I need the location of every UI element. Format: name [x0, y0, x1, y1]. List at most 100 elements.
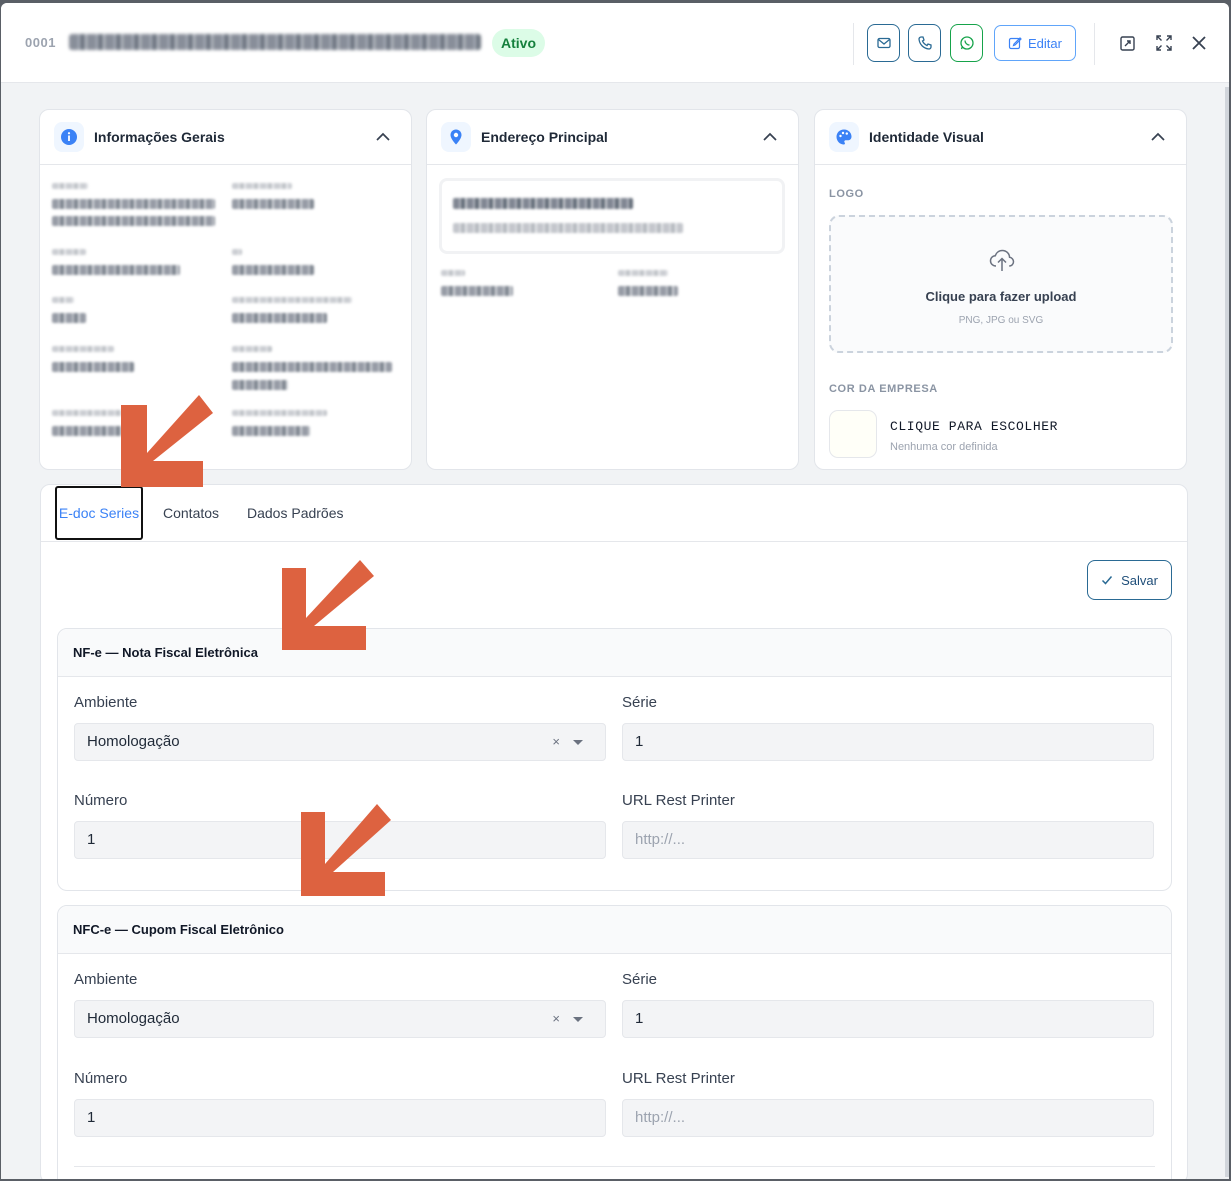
card-header: Informações Gerais — [40, 110, 411, 165]
serie-input[interactable]: 1 — [622, 723, 1154, 761]
clear-icon[interactable]: × — [552, 1001, 560, 1037]
clear-icon[interactable]: × — [552, 724, 560, 760]
serie-label: Série — [622, 694, 658, 711]
expand-icon — [1156, 35, 1172, 51]
tab-bar: E-doc Series Contatos Dados Padrões — [41, 485, 1187, 542]
section-title: NFC-e — Cupom Fiscal Eletrônico — [58, 906, 1171, 954]
card-header: Endereço Principal — [427, 110, 798, 165]
caret-down-icon[interactable] — [573, 740, 583, 745]
redacted-field — [232, 362, 392, 372]
tabs-panel: E-doc Series Contatos Dados Padrões Salv… — [40, 484, 1188, 1179]
divider — [853, 23, 854, 65]
divider — [74, 1166, 1155, 1167]
company-color-label: COR DA EMPRESA — [829, 383, 938, 395]
save-label: Salvar — [1121, 572, 1158, 588]
upload-formats: PNG, JPG ou SVG — [958, 315, 1044, 326]
redacted-field — [232, 426, 310, 436]
redacted-field — [52, 297, 74, 303]
chevron-up-icon[interactable] — [1150, 129, 1166, 145]
company-code: 0001 — [25, 35, 56, 50]
card-header: Identidade Visual — [815, 110, 1186, 165]
redacted-field — [52, 216, 215, 226]
tab-dados-padroes[interactable]: Dados Padrões — [247, 485, 344, 541]
ambiente-select[interactable]: Homologação × — [74, 1000, 606, 1038]
company-name-redacted — [69, 34, 481, 50]
choose-color-link[interactable]: CLIQUE PARA ESCOLHER — [890, 419, 1058, 434]
address-box — [439, 178, 785, 254]
redacted-field — [232, 183, 292, 189]
annotation-arrow-icon — [121, 395, 213, 487]
redacted-field — [232, 380, 288, 390]
cloud-upload-icon — [989, 249, 1015, 271]
redacted-field — [232, 265, 314, 275]
redacted-field — [52, 346, 114, 352]
email-button[interactable] — [867, 24, 900, 62]
redacted-field — [232, 297, 352, 303]
redacted-field — [618, 286, 678, 296]
close-button[interactable] — [1189, 33, 1209, 53]
redacted-field — [52, 249, 86, 255]
numero-label: Número — [74, 1070, 128, 1087]
edit-button[interactable]: Editar — [994, 25, 1076, 61]
mail-icon — [876, 37, 891, 49]
palette-icon — [829, 122, 859, 152]
logo-upload-dropzone[interactable]: Clique para fazer upload PNG, JPG ou SVG — [829, 215, 1173, 353]
redacted-field — [441, 270, 465, 276]
chevron-up-icon[interactable] — [762, 129, 778, 145]
info-icon — [54, 122, 84, 152]
annotation-arrow-icon — [282, 560, 374, 650]
edit-icon — [1008, 37, 1022, 50]
redacted-field — [52, 183, 88, 189]
ambiente-select[interactable]: Homologação × — [74, 723, 606, 761]
phone-button[interactable] — [908, 24, 941, 62]
redacted-field — [453, 223, 683, 233]
check-icon — [1102, 576, 1113, 585]
nfce-section: NFC-e — Cupom Fiscal Eletrônico Ambiente… — [57, 905, 1172, 1179]
redacted-field — [453, 198, 633, 209]
annotation-arrow-icon — [301, 804, 391, 896]
scrollbar[interactable] — [1225, 87, 1229, 1177]
general-info-card: Informações Gerais — [39, 109, 412, 470]
status-badge: Ativo — [492, 29, 545, 57]
redacted-field — [232, 199, 314, 209]
external-link-icon — [1120, 36, 1135, 51]
redacted-field — [232, 313, 327, 323]
redacted-field — [441, 286, 513, 296]
color-swatch[interactable] — [829, 410, 877, 458]
modal-header: 0001 Ativo Editar — [1, 3, 1229, 83]
card-title: Identidade Visual — [869, 129, 984, 145]
logo-label: LOGO — [829, 188, 864, 200]
serie-label: Série — [622, 971, 658, 988]
fullscreen-button[interactable] — [1154, 33, 1174, 53]
open-external-button[interactable] — [1118, 33, 1138, 53]
redacted-field — [618, 270, 668, 276]
save-button[interactable]: Salvar — [1087, 560, 1172, 600]
phone-icon — [917, 36, 932, 50]
redacted-field — [232, 249, 242, 255]
whatsapp-button[interactable] — [950, 24, 983, 62]
whatsapp-icon — [959, 36, 974, 50]
redacted-field — [52, 199, 215, 209]
chevron-up-icon[interactable] — [375, 129, 391, 145]
url-rest-printer-input[interactable]: http://... — [622, 1099, 1154, 1137]
numero-label: Número — [74, 792, 128, 809]
ambiente-label: Ambiente — [74, 971, 138, 988]
ambiente-value: Homologação — [87, 733, 180, 750]
url-label: URL Rest Printer — [622, 792, 735, 809]
tab-contatos[interactable]: Contatos — [163, 485, 219, 541]
section-title: NF-e — Nota Fiscal Eletrônica — [58, 629, 1171, 677]
serie-input[interactable]: 1 — [622, 1000, 1154, 1038]
url-label: URL Rest Printer — [622, 1070, 735, 1087]
divider — [1094, 23, 1095, 65]
address-card: Endereço Principal — [426, 109, 799, 470]
numero-input[interactable]: 1 — [74, 1099, 606, 1137]
caret-down-icon[interactable] — [573, 1017, 583, 1022]
tab-edoc-series[interactable]: E-doc Series — [55, 486, 143, 540]
upload-title: Clique para fazer upload — [925, 289, 1077, 304]
url-rest-printer-input[interactable]: http://... — [622, 821, 1154, 859]
company-modal: 0001 Ativo Editar Informações Gerais End… — [1, 3, 1229, 1179]
redacted-field — [52, 313, 86, 323]
card-title: Endereço Principal — [481, 129, 608, 145]
edit-label: Editar — [1028, 35, 1062, 51]
no-color-text: Nenhuma cor definida — [890, 441, 998, 453]
